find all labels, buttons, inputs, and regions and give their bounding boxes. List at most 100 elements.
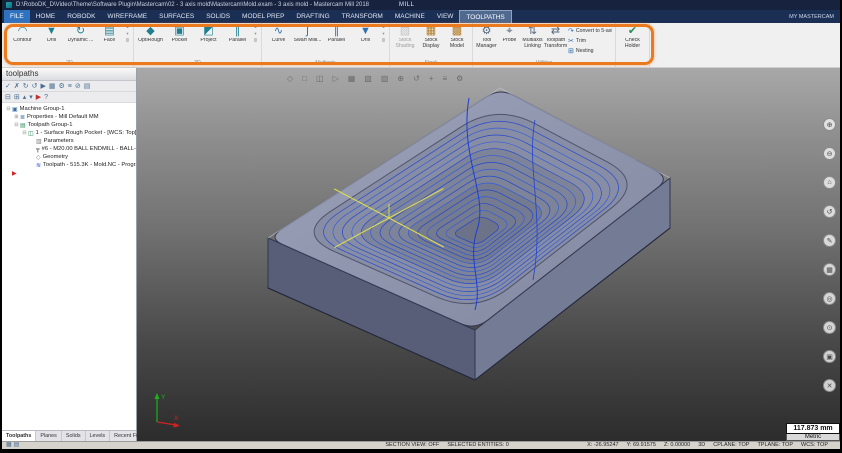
gallery-scroll[interactable]: ▴▾≣	[124, 24, 131, 44]
my-mastercam-link[interactable]: MY MASTERCAM	[789, 10, 840, 23]
insert-position-icon[interactable]: ▶	[36, 93, 41, 101]
ribbon-tab-machine[interactable]: MACHINE	[389, 10, 431, 23]
tree-insert-arrow[interactable]: ▶	[2, 169, 136, 177]
panel-tab-toolpaths[interactable]: Toolpaths	[2, 431, 36, 441]
top-view-icon[interactable]: □	[302, 74, 307, 83]
ribbon-button-probe[interactable]: ⌖Probe	[498, 24, 521, 44]
ribbon-button-tool-manager[interactable]: ⚙Tool Manager	[475, 24, 498, 50]
tree-item-6-m20-00-ball-endmill-ball-nos[interactable]: ┳#6 - M20.00 BALL ENDMILL - BALL-NOS...	[2, 145, 136, 153]
tree-expander[interactable]: ⊟	[21, 130, 28, 136]
zoom-in-icon[interactable]: ⊕	[823, 118, 836, 131]
levels-icon[interactable]: ≡	[442, 74, 447, 83]
tree-expander[interactable]: ⊟	[13, 122, 20, 128]
fit-view-icon[interactable]: ⌂	[823, 176, 836, 189]
grid-icon[interactable]: ▦	[823, 263, 836, 276]
ribbon-tab-model-prep[interactable]: MODEL PREP	[236, 10, 290, 23]
gallery-scroll[interactable]: ▴▾≣	[380, 24, 387, 44]
front-view-icon[interactable]: ◫	[316, 74, 324, 83]
isometric-view-icon[interactable]: ◇	[287, 74, 293, 83]
ribbon-tab-home[interactable]: HOME	[30, 10, 62, 23]
feed-speed-icon[interactable]: ≡	[68, 83, 72, 90]
ribbon-button-drill[interactable]: ▼Drill	[37, 24, 66, 44]
shaded-icon[interactable]: ▦	[348, 74, 356, 83]
status-wcs[interactable]: WCS: TOP	[801, 442, 828, 449]
regen-selected-icon[interactable]: ↺	[32, 82, 38, 90]
ribbon-tab-transform[interactable]: TRANSFORM	[336, 10, 389, 23]
mold-model[interactable]	[137, 68, 840, 441]
status-dimension-mode[interactable]: 3D	[698, 442, 705, 449]
ribbon-button-contour[interactable]: ◠Contour	[8, 24, 37, 44]
ribbon-tab-view[interactable]: VIEW	[431, 10, 460, 23]
display-toggle-icon[interactable]: ▤	[84, 82, 91, 90]
status-grid-icon[interactable]: ▦	[6, 442, 12, 449]
ribbon-button-convert-to-5-axis[interactable]: ↷Convert to 5-axis	[568, 26, 612, 35]
rotate-icon[interactable]: ↺	[413, 74, 420, 83]
ribbon-tab-wireframe[interactable]: WIREFRAME	[101, 10, 153, 23]
ribbon-tab-surfaces[interactable]: SURFACES	[153, 10, 200, 23]
tree-expander[interactable]: ⊞	[13, 114, 20, 120]
status-cplane[interactable]: CPLANE: TOP	[713, 442, 749, 449]
pan-icon[interactable]: +	[429, 74, 434, 83]
ribbon-button-swarf-milli[interactable]: ∫Swarf Milli...	[293, 24, 322, 44]
ribbon-button-check-holder[interactable]: ✔Check Holder	[618, 24, 647, 50]
zoom-icon[interactable]: ⊕	[397, 74, 404, 83]
ribbon-button-parallel[interactable]: ∥Parallel	[322, 24, 351, 44]
ribbon-tab-toolpaths[interactable]: TOOLPATHS	[459, 10, 511, 23]
ribbon-button-multiaxis-linking[interactable]: ⇅Multiaxis Linking	[521, 24, 544, 50]
ribbon-button-stock-model[interactable]: ▩Stock Model	[444, 24, 470, 50]
post-icon[interactable]: ⚙	[59, 82, 65, 90]
regen-all-icon[interactable]: ↻	[23, 82, 29, 90]
wireframe-icon[interactable]: ▧	[364, 74, 372, 83]
ribbon-button-optirough[interactable]: ◆OptiRough	[136, 24, 165, 44]
status-plane-icon[interactable]: ▤	[14, 442, 20, 449]
ribbon-button-face[interactable]: ▤Face	[95, 24, 124, 44]
zoom-out-icon[interactable]: ⊖	[823, 147, 836, 160]
tree-item-parameters[interactable]: ▥Parameters	[2, 137, 136, 145]
panel-tab-levels[interactable]: Levels	[86, 431, 111, 441]
right-view-icon[interactable]: ▷	[333, 74, 339, 83]
panel-tab-planes[interactable]: Planes	[36, 431, 61, 441]
ribbon-button-parallel[interactable]: ∥Parallel	[223, 24, 252, 44]
verify-icon[interactable]: ▦	[49, 82, 56, 90]
settings-icon[interactable]: ⚙	[456, 74, 463, 83]
clear-icon[interactable]: ✕	[823, 379, 836, 392]
planes-icon[interactable]: ▣	[823, 350, 836, 363]
status-tplane[interactable]: TPLANE: TOP	[757, 442, 793, 449]
graphics-viewport[interactable]: ◇□◫▷▦▧▨⊕↺+≡⚙ ⊕⊖⌂↺✎▦◎⊙▣✕ Y X 117.873 mm M…	[137, 68, 840, 441]
collapse-all-icon[interactable]: ⊟	[5, 93, 11, 101]
tree-item-toolpath-515-3k-mold-nc-program[interactable]: ≋Toolpath - 515.3K - Mold.NC - Program..…	[2, 161, 136, 169]
ribbon-button-drill[interactable]: ▼Drill	[351, 24, 380, 44]
ribbon-tab-drafting[interactable]: DRAFTING	[290, 10, 335, 23]
tree-item-toolpath-group-1[interactable]: ⊟▤Toolpath Group-1	[2, 121, 136, 129]
select-all-icon[interactable]: ✓	[5, 82, 11, 90]
ribbon-button-stock-display[interactable]: ▦Stock Display	[418, 24, 444, 50]
ribbon-tab-file[interactable]: FILE	[4, 10, 30, 23]
ribbon-button-trim[interactable]: ✂Trim	[568, 36, 612, 45]
ribbon-button-nesting[interactable]: ⊞Nesting	[568, 46, 612, 55]
ribbon-tab-robodk[interactable]: ROBODK	[61, 10, 101, 23]
analyze-icon[interactable]: ✎	[823, 234, 836, 247]
tree-expander[interactable]: ⊟	[5, 106, 12, 112]
panel-tab-solids[interactable]: Solids	[62, 431, 86, 441]
lock-icon[interactable]: ⊘	[75, 82, 81, 90]
expand-all-icon[interactable]: ⊞	[14, 93, 20, 101]
rotate-view-icon[interactable]: ↺	[823, 205, 836, 218]
shading-icon[interactable]: ◎	[823, 292, 836, 305]
select-none-icon[interactable]: ✗	[14, 82, 20, 90]
orbit-icon[interactable]: ⊙	[823, 321, 836, 334]
options-icon[interactable]: ?	[44, 94, 48, 101]
move-up-icon[interactable]: ▴	[23, 93, 27, 101]
ribbon-button-toolpath-transform[interactable]: ⇄Toolpath Transform	[544, 24, 567, 50]
move-down-icon[interactable]: ▾	[29, 93, 33, 101]
ribbon-button-pocket[interactable]: ▣Pocket	[165, 24, 194, 44]
translucent-icon[interactable]: ▨	[381, 74, 389, 83]
tree-item-1-surface-rough-pocket-wcs-top-t[interactable]: ⊟◫1 - Surface Rough Pocket - [WCS: Top] …	[2, 129, 136, 137]
backplot-icon[interactable]: ▶	[41, 82, 46, 90]
tree-item-properties-mill-default-mm[interactable]: ⊞≣Properties - Mill Default MM	[2, 113, 136, 121]
ribbon-tab-solids[interactable]: SOLIDS	[200, 10, 236, 23]
ribbon-button-project[interactable]: ◩Project	[194, 24, 223, 44]
gallery-scroll[interactable]: ▴▾≣	[252, 24, 259, 44]
ribbon-button-dynamic[interactable]: ↻Dynamic ...	[66, 24, 95, 44]
tree-item-geometry[interactable]: ◇Geometry	[2, 153, 136, 161]
tree-item-machine-group-1[interactable]: ⊟▣Machine Group-1	[2, 105, 136, 113]
